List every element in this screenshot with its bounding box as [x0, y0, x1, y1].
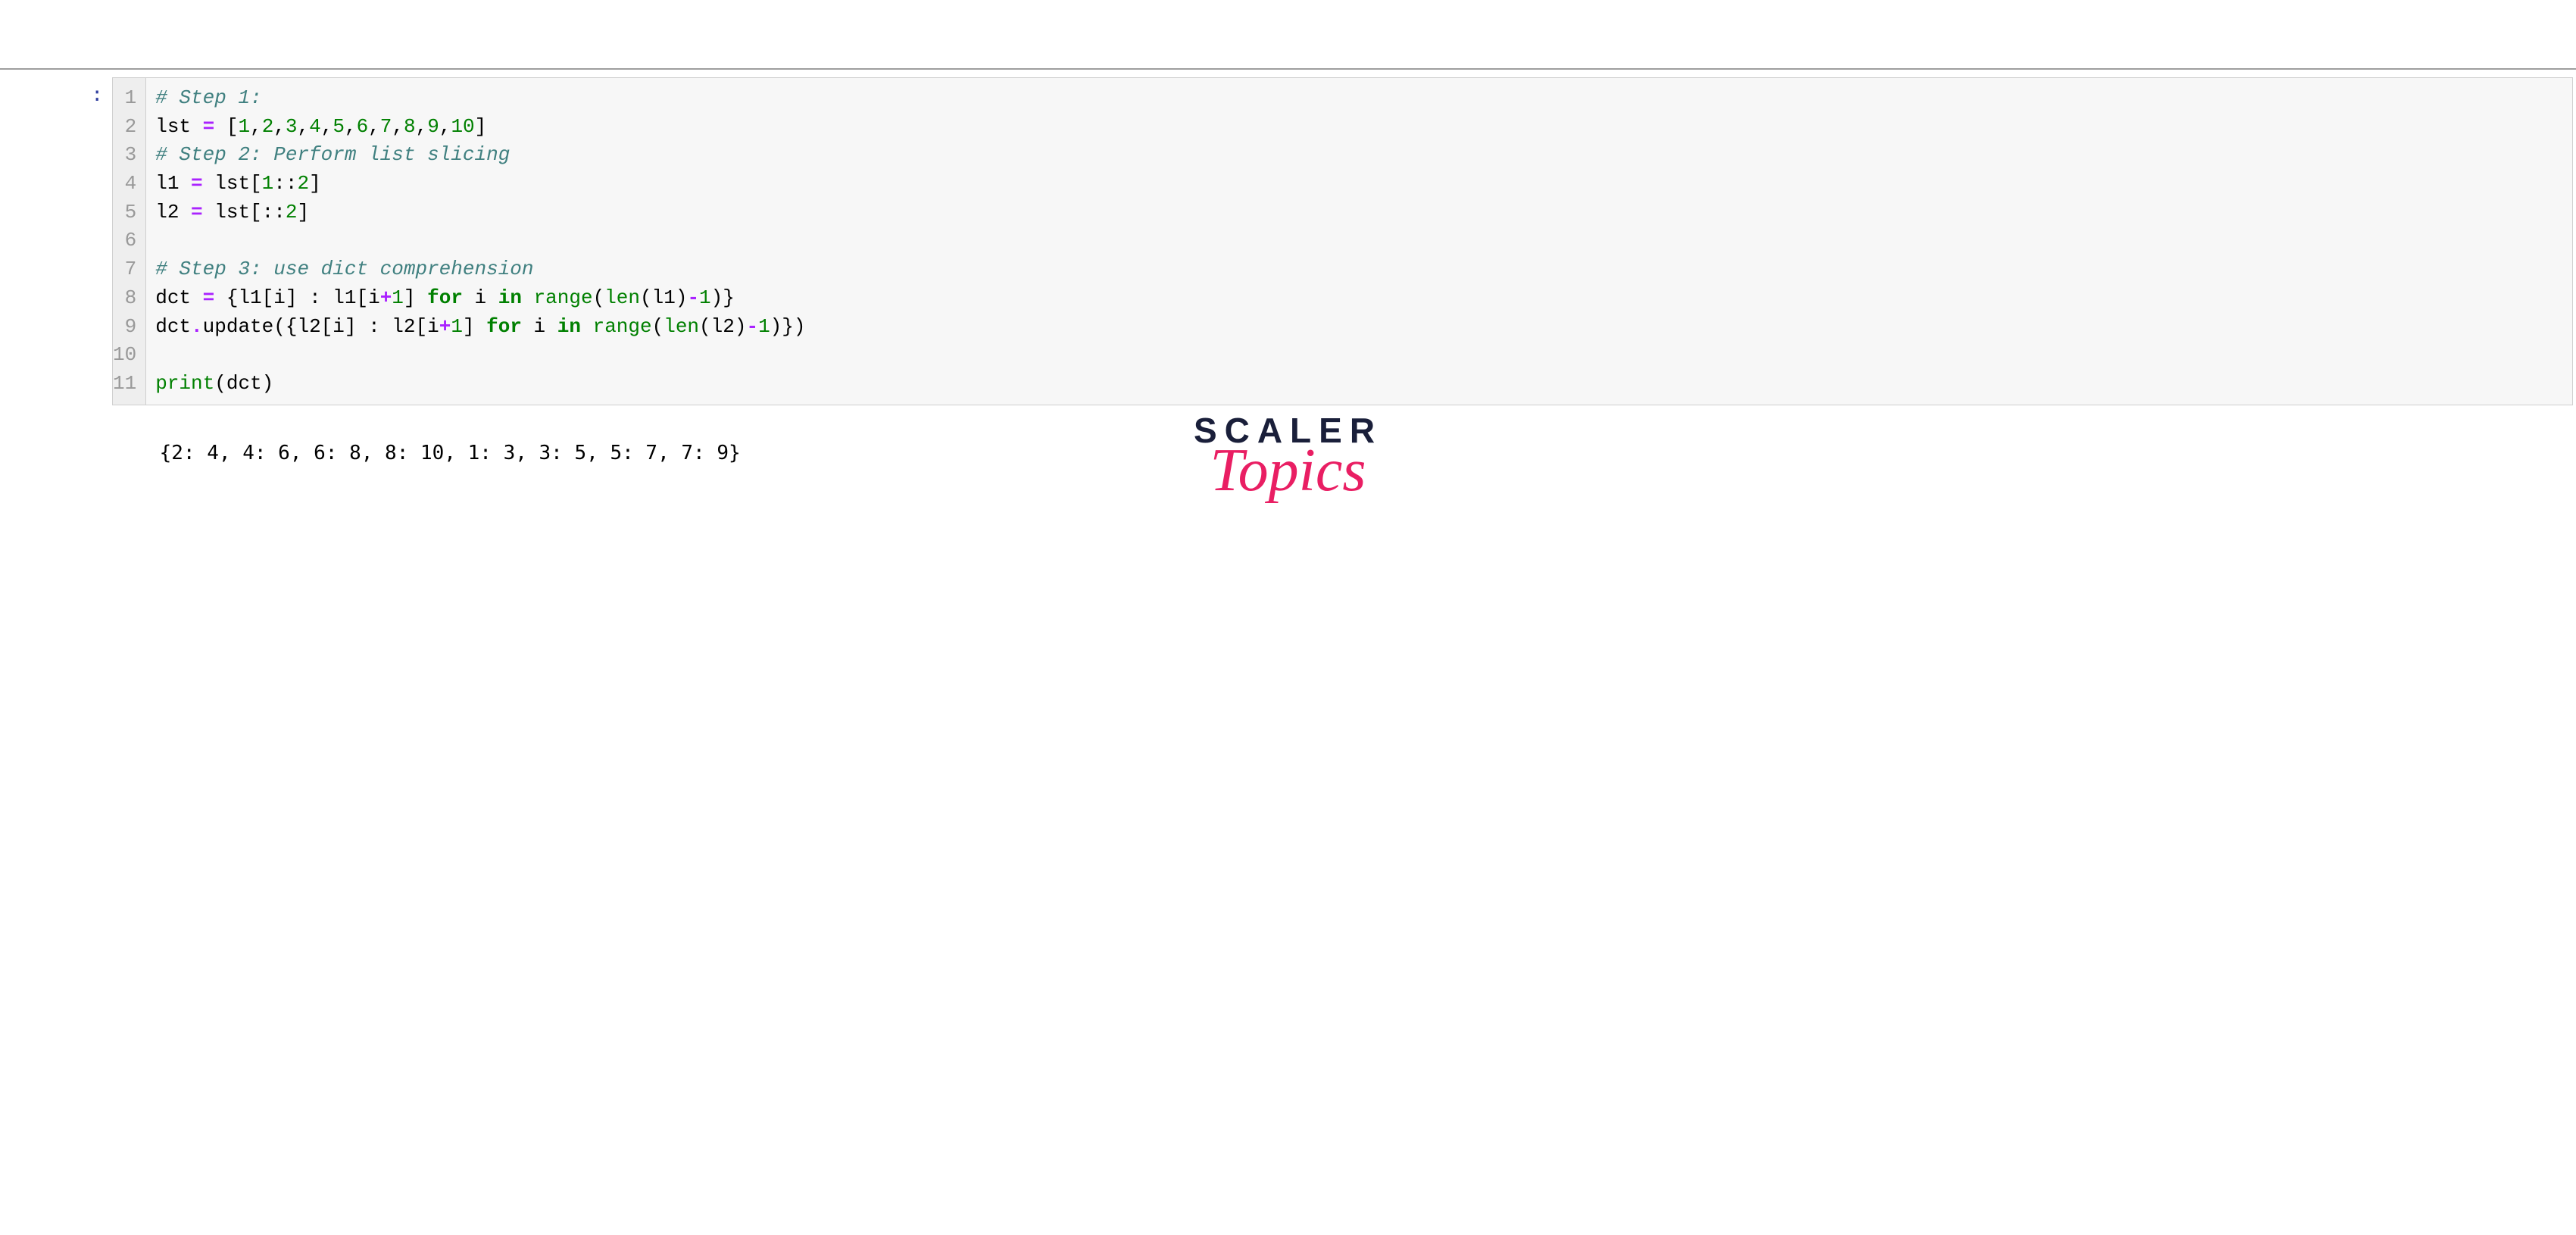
line-number: 4	[113, 170, 141, 199]
logo-line-2: Topics	[1194, 443, 1382, 498]
line-number: 9	[113, 313, 141, 342]
code-line[interactable]: l1 = lst[1::2]	[155, 170, 2563, 199]
code-line[interactable]: dct.update({l2[i] : l2[i+1] for i in ran…	[155, 313, 2563, 342]
scaler-topics-logo: SCALER Topics	[1194, 413, 1382, 498]
prompt-colon: :	[91, 83, 103, 106]
code-cell[interactable]: 1234567891011 # Step 1:lst = [1,2,3,4,5,…	[112, 77, 2573, 405]
line-number: 1	[113, 84, 141, 113]
code-line[interactable]: # Step 3: use dict comprehension	[155, 255, 2563, 284]
notebook-cell: : 1234567891011 # Step 1:lst = [1,2,3,4,…	[0, 77, 2576, 405]
line-number: 3	[113, 141, 141, 170]
line-number: 8	[113, 284, 141, 313]
code-line[interactable]: dct = {l1[i] : l1[i+1] for i in range(le…	[155, 284, 2563, 313]
output-text: {2: 4, 4: 6, 6: 8, 8: 10, 1: 3, 3: 5, 5:…	[160, 442, 741, 464]
code-editor[interactable]: # Step 1:lst = [1,2,3,4,5,6,7,8,9,10]# S…	[146, 78, 2572, 405]
line-number-gutter: 1234567891011	[113, 78, 146, 405]
line-number: 11	[113, 370, 141, 399]
code-line[interactable]	[155, 341, 2563, 370]
code-line[interactable]: lst = [1,2,3,4,5,6,7,8,9,10]	[155, 113, 2563, 142]
input-prompt: :	[0, 77, 112, 405]
line-number: 6	[113, 227, 141, 255]
line-number: 2	[113, 113, 141, 142]
code-line[interactable]: # Step 2: Perform list slicing	[155, 141, 2563, 170]
horizontal-divider	[0, 68, 2576, 70]
line-number: 10	[113, 341, 141, 370]
code-line[interactable]: # Step 1:	[155, 84, 2563, 113]
line-number: 5	[113, 199, 141, 227]
line-number: 7	[113, 255, 141, 284]
code-line[interactable]	[155, 227, 2563, 255]
code-line[interactable]: l2 = lst[::2]	[155, 199, 2563, 227]
code-line[interactable]: print(dct)	[155, 370, 2563, 399]
